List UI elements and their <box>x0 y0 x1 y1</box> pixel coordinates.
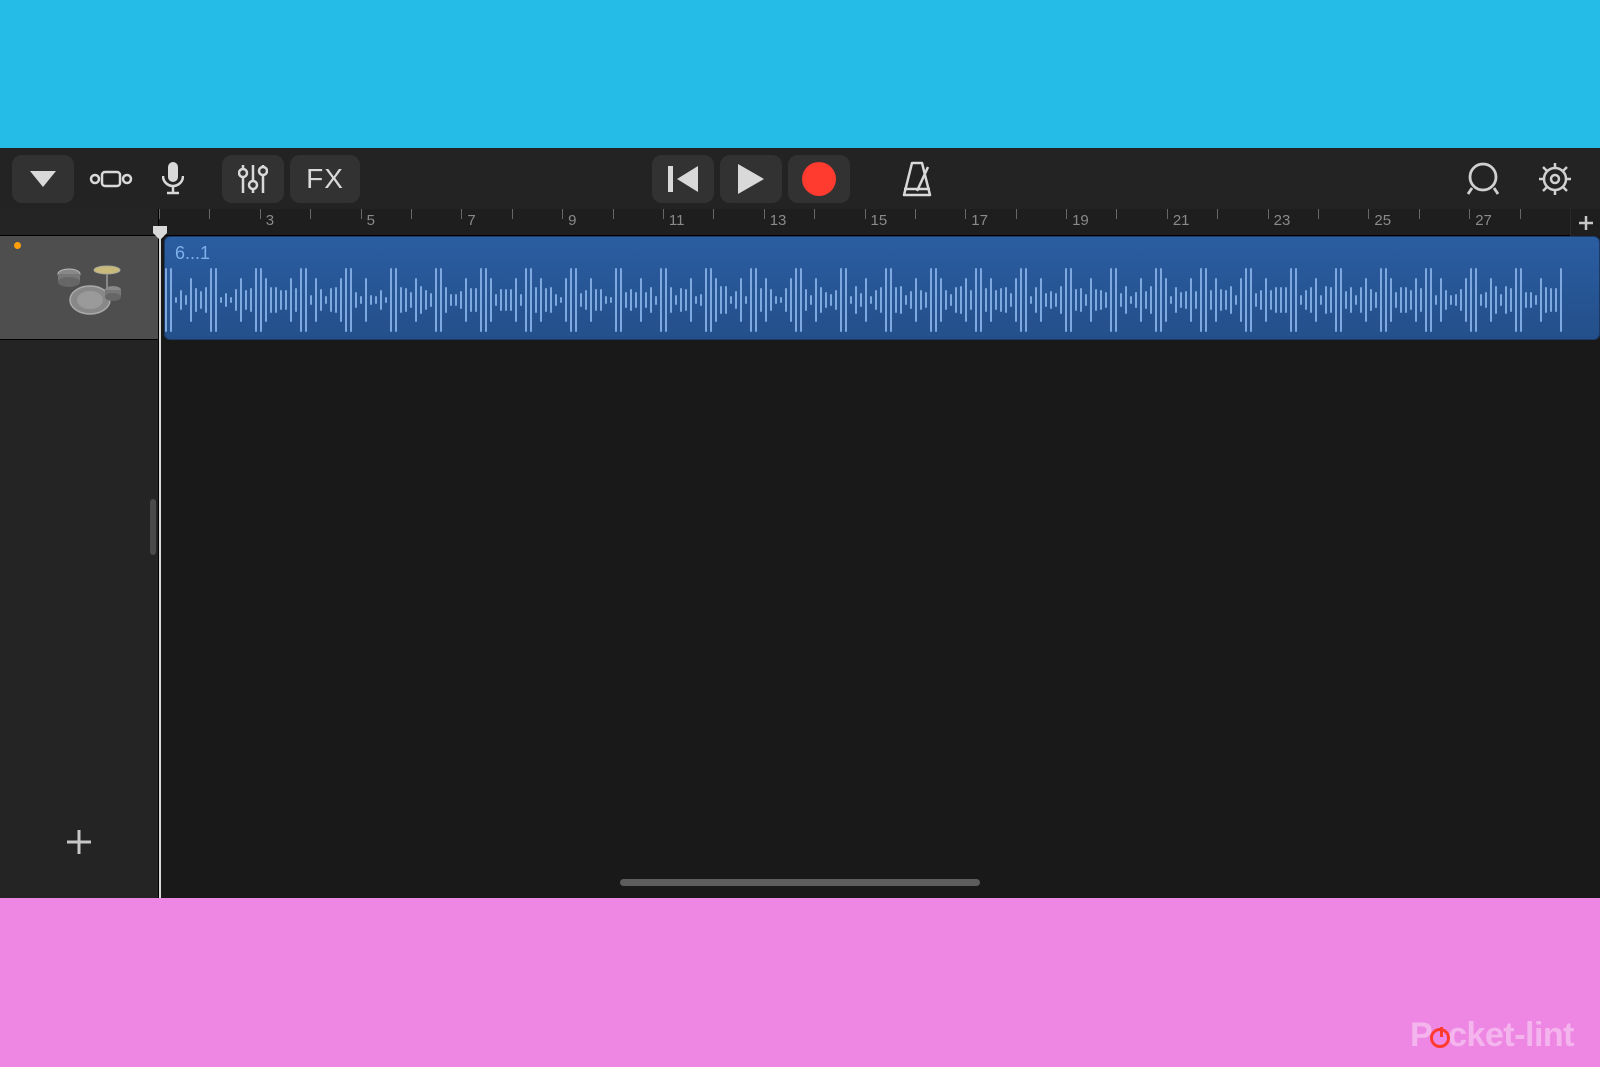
add-section-button[interactable] <box>1570 209 1600 236</box>
ruler-tick-label: 11 <box>669 212 685 229</box>
track-headers-column <box>0 236 159 898</box>
region-label: 6...1 <box>175 243 210 264</box>
watermark-text-after: cket-lint <box>1448 1016 1574 1054</box>
ruler-tick-label: 13 <box>770 212 787 229</box>
plus-icon <box>65 828 93 856</box>
tracks-view-icon <box>89 166 133 192</box>
ruler-tick-label: 19 <box>1072 212 1089 229</box>
watermark: Pcket-lint <box>1410 1016 1574 1055</box>
ruler-track[interactable]: 357911131517192123252729 <box>159 209 1600 235</box>
mixer-sliders-icon <box>238 163 268 195</box>
ruler-tick-label: 21 <box>1173 212 1190 229</box>
go-to-beginning-icon <box>668 166 698 192</box>
track-status-dot <box>14 242 21 249</box>
track-header-drums[interactable] <box>0 236 158 340</box>
metronome-icon <box>900 161 934 197</box>
workspace: 6...1 <box>0 236 1600 898</box>
ruler-tick-label: 5 <box>367 212 375 229</box>
timeline-area[interactable]: 6...1 <box>159 236 1600 898</box>
settings-gear-icon <box>1537 161 1573 197</box>
watermark-text-before: P <box>1410 1016 1432 1054</box>
home-indicator <box>620 879 980 886</box>
loop-browser-icon <box>1466 162 1500 196</box>
ruler-tick-label: 27 <box>1475 212 1492 229</box>
drum-kit-icon <box>55 260 125 316</box>
playhead-handle[interactable] <box>153 226 167 240</box>
audio-region-drums[interactable]: 6...1 <box>164 236 1600 340</box>
garageband-app: FX <box>0 148 1600 898</box>
ruler-tick-label: 9 <box>568 212 576 229</box>
decorative-bottom-band: Pcket-lint <box>0 898 1600 1067</box>
track-scroll-thumb[interactable] <box>150 499 156 555</box>
decorative-top-band <box>0 0 1600 148</box>
fx-button[interactable]: FX <box>290 155 360 203</box>
tracks-view-button[interactable] <box>80 155 142 203</box>
mixer-button[interactable] <box>222 155 284 203</box>
power-icon <box>1430 1028 1450 1048</box>
toolbar-right-group <box>1452 155 1586 203</box>
transport-controls <box>652 155 948 203</box>
playhead-line[interactable] <box>159 236 161 898</box>
ruler-tick-label: 25 <box>1374 212 1391 229</box>
metronome-button[interactable] <box>886 155 948 203</box>
toolbar-left-group: FX <box>12 155 366 203</box>
add-track-button[interactable] <box>0 810 158 874</box>
fx-label: FX <box>306 163 344 195</box>
loop-browser-button[interactable] <box>1452 155 1514 203</box>
region-waveform <box>165 265 1599 335</box>
play-button[interactable] <box>720 155 782 203</box>
menu-dropdown-button[interactable] <box>12 155 74 203</box>
ruler-tick-label: 15 <box>871 212 888 229</box>
ruler-tick-label: 7 <box>467 212 475 229</box>
rewind-button[interactable] <box>652 155 714 203</box>
ruler-tick-label: 23 <box>1274 212 1291 229</box>
main-toolbar: FX <box>0 148 1600 209</box>
ruler-header-spacer <box>0 209 159 235</box>
record-icon <box>802 162 836 196</box>
microphone-button[interactable] <box>142 155 204 203</box>
settings-button[interactable] <box>1524 155 1586 203</box>
ruler-tick-label: 3 <box>266 212 274 229</box>
plus-icon <box>1578 215 1594 231</box>
record-button[interactable] <box>788 155 850 203</box>
timeline-ruler[interactable]: 357911131517192123252729 <box>0 209 1600 236</box>
ruler-tick-label: 17 <box>971 212 988 229</box>
microphone-icon <box>162 162 184 196</box>
play-icon <box>738 164 764 194</box>
